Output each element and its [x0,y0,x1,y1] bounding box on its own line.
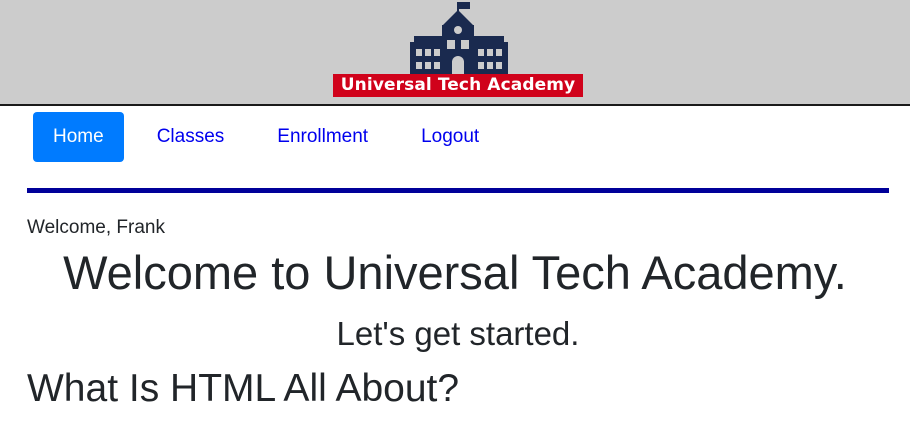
section-heading: What Is HTML All About? [27,367,460,410]
site-header: Universal Tech Academy [0,0,910,106]
welcome-user-text: Welcome, Frank [27,217,165,238]
page-subtitle: Let's get started. [336,315,580,352]
nav-classes-link[interactable]: Classes [137,112,245,162]
nav-divider [27,188,889,193]
logo-banner-text: Universal Tech Academy [333,74,583,97]
nav-logout-link[interactable]: Logout [401,112,499,162]
page-title: Welcome to Universal Tech Academy. [63,246,847,299]
nav-enrollment-link[interactable]: Enrollment [257,112,388,162]
nav-home-link[interactable]: Home [33,112,124,162]
main-nav: Home Classes Enrollment Logout [33,112,512,162]
school-building-icon [410,2,508,76]
site-logo[interactable]: Universal Tech Academy [333,0,583,98]
